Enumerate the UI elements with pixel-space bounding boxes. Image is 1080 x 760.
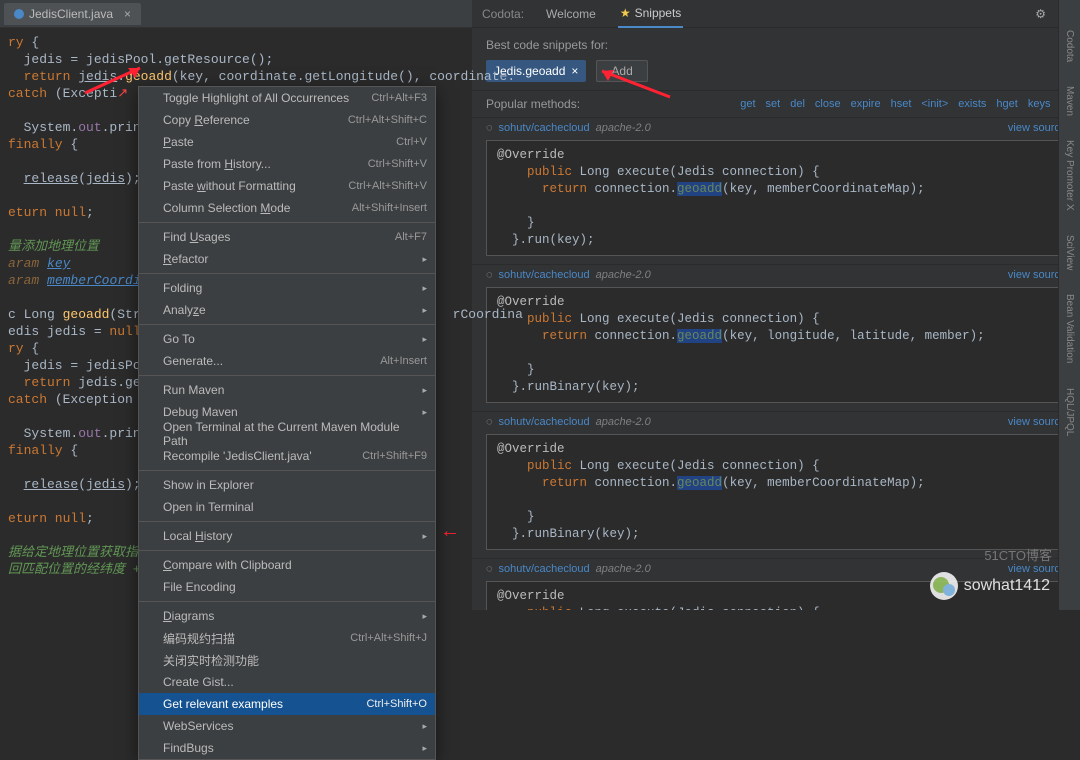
- menu-item-go-to[interactable]: Go To▸: [139, 328, 435, 350]
- snippets-list: ◌sohutv/cachecloudapache-2.0view source@…: [472, 118, 1080, 610]
- example-icon: [143, 697, 157, 711]
- popular-method-hget[interactable]: hget: [996, 98, 1017, 111]
- dock-bean-validation[interactable]: Bean Validation: [1064, 294, 1075, 363]
- codota-tab-bar: Codota: Welcome ★Snippets ⚙ —: [472, 0, 1080, 28]
- menu-item-paste[interactable]: PasteCtrl+V: [139, 131, 435, 153]
- wechat-watermark: sowhat1412: [930, 572, 1050, 600]
- dock-codota[interactable]: Codota: [1064, 30, 1075, 62]
- add-button[interactable]: Add: [596, 60, 647, 82]
- popular-method-get[interactable]: get: [740, 98, 755, 111]
- popular-method-init[interactable]: <init>: [921, 98, 948, 111]
- codota-panel: Codota: Welcome ★Snippets ⚙ — Best code …: [472, 0, 1080, 610]
- gear-icon[interactable]: ⚙: [1035, 7, 1046, 21]
- best-snippets-label: Best code snippets for:: [472, 28, 1080, 56]
- editor-tab-bar: JedisClient.java ×: [0, 0, 472, 28]
- menu-item-recompile-jedisclient-java-[interactable]: Recompile 'JedisClient.java'Ctrl+Shift+F…: [139, 445, 435, 467]
- menu-item-create-gist-[interactable]: Create Gist...: [139, 671, 435, 693]
- chip-remove-icon[interactable]: ×: [571, 64, 578, 78]
- snippet-license: apache-2.0: [596, 563, 651, 575]
- highlight-icon: [143, 91, 157, 105]
- menu-item-analyze[interactable]: Analyze▸: [139, 299, 435, 321]
- dock-hql-jpql[interactable]: HQL/JPQL: [1064, 388, 1075, 436]
- compare-icon: [143, 558, 157, 572]
- java-class-icon: [14, 9, 24, 19]
- maven-debug-icon: [143, 405, 157, 419]
- github-icon: ◌: [486, 122, 493, 134]
- watermark-text: sowhat1412: [964, 577, 1050, 595]
- dock-key-promoter-x[interactable]: Key Promoter X: [1064, 140, 1075, 211]
- menu-item-folding[interactable]: Folding▸: [139, 277, 435, 299]
- menu-item-run-maven[interactable]: Run Maven▸: [139, 379, 435, 401]
- snippet-repo[interactable]: sohutv/cachecloud: [499, 563, 590, 575]
- menu-item-findbugs[interactable]: FindBugs▸: [139, 737, 435, 759]
- github-icon: ◌: [486, 563, 493, 575]
- menu-item-paste-from-history-[interactable]: Paste from History...Ctrl+Shift+V: [139, 153, 435, 175]
- ali-icon: [143, 653, 157, 667]
- snippet-license: apache-2.0: [596, 269, 651, 281]
- snippet-code[interactable]: @Override public Long execute(Jedis conn…: [486, 140, 1066, 256]
- popular-methods-row: Popular methods: getsetdel close expire hse…: [472, 90, 1080, 118]
- snippet-repo[interactable]: sohutv/cachecloud: [499, 416, 590, 428]
- menu-item-refactor[interactable]: Refactor▸: [139, 248, 435, 270]
- dock-maven[interactable]: Maven: [1064, 86, 1075, 116]
- menu-item-file-encoding[interactable]: File Encoding: [139, 576, 435, 598]
- codota-brand: Codota:: [482, 7, 524, 21]
- menu-item-get-relevant-examples[interactable]: Get relevant examplesCtrl+Shift+O: [139, 693, 435, 715]
- watermark-text-2: 51CTO博客: [984, 545, 1052, 564]
- popular-method-close[interactable]: close: [815, 98, 841, 111]
- ali-icon: [143, 631, 157, 645]
- menu-item-open-terminal-at-the-current-m[interactable]: Open Terminal at the Current Maven Modul…: [139, 423, 435, 445]
- menu-item--[interactable]: 编码规约扫描Ctrl+Alt+Shift+J: [139, 627, 435, 649]
- snippet-1: ◌sohutv/cachecloudapache-2.0view source@…: [472, 265, 1080, 412]
- popular-method-expire[interactable]: expire: [851, 98, 881, 111]
- context-menu: Toggle Highlight of All OccurrencesCtrl+…: [138, 86, 436, 760]
- snippet-repo[interactable]: sohutv/cachecloud: [499, 122, 590, 134]
- tab-snippets[interactable]: ★Snippets: [618, 0, 683, 28]
- wechat-icon: [930, 572, 958, 600]
- github-icon: ◌: [486, 269, 493, 281]
- diagram-icon: [143, 609, 157, 623]
- menu-item-paste-without-formatting[interactable]: Paste without FormattingCtrl+Alt+Shift+V: [139, 175, 435, 197]
- snippet-code[interactable]: @Override public Long execute(Jedis conn…: [486, 434, 1066, 550]
- github-icon: [143, 675, 157, 689]
- menu-item-local-history[interactable]: Local History▸: [139, 525, 435, 547]
- terminal-icon: [143, 500, 157, 514]
- maven-icon: [143, 383, 157, 397]
- snippet-2: ◌sohutv/cachecloudapache-2.0view source@…: [472, 412, 1080, 559]
- menu-item-generate-[interactable]: Generate...Alt+Insert: [139, 350, 435, 372]
- snippet-repo[interactable]: sohutv/cachecloud: [499, 269, 590, 281]
- paste-icon: [143, 135, 157, 149]
- menu-item-copy-reference[interactable]: Copy ReferenceCtrl+Alt+Shift+C: [139, 109, 435, 131]
- snippet-code[interactable]: @Override public Long execute(Jedis conn…: [486, 287, 1066, 403]
- right-tool-dock: Codota Maven Key Promoter X SciView Bean Val…: [1058, 0, 1080, 610]
- popular-method-del[interactable]: del: [790, 98, 805, 111]
- dock-sciview[interactable]: SciView: [1064, 235, 1075, 270]
- menu-item--[interactable]: 关闭实时检测功能: [139, 649, 435, 671]
- menu-item-compare-with-clipboard[interactable]: Compare with Clipboard: [139, 554, 435, 576]
- editor-tab-label: JedisClient.java: [29, 7, 113, 21]
- menu-item-show-in-explorer[interactable]: Show in Explorer: [139, 474, 435, 496]
- menu-item-column-selection-mode[interactable]: Column Selection ModeAlt+Shift+Insert: [139, 197, 435, 219]
- popular-method-exists[interactable]: exists: [958, 98, 986, 111]
- menu-item-toggle-highlight-of-all-occurr[interactable]: Toggle Highlight of All OccurrencesCtrl+…: [139, 87, 435, 109]
- github-icon: ◌: [486, 416, 493, 428]
- menu-item-diagrams[interactable]: Diagrams▸: [139, 605, 435, 627]
- snippet-license: apache-2.0: [596, 122, 651, 134]
- editor-pane: JedisClient.java × ry { jedis = jedisPoo…: [0, 0, 472, 610]
- popular-method-set[interactable]: set: [766, 98, 781, 111]
- popular-methods-label: Popular methods:: [486, 97, 580, 111]
- menu-item-find-usages[interactable]: Find UsagesAlt+F7: [139, 226, 435, 248]
- snippet-0: ◌sohutv/cachecloudapache-2.0view source@…: [472, 118, 1080, 265]
- tab-welcome[interactable]: Welcome: [544, 1, 598, 27]
- menu-item-open-in-terminal[interactable]: Open in Terminal: [139, 496, 435, 518]
- snippet-license: apache-2.0: [596, 416, 651, 428]
- editor-tab-jedisclient[interactable]: JedisClient.java ×: [4, 3, 141, 25]
- menu-item-webservices[interactable]: WebServices▸: [139, 715, 435, 737]
- close-icon[interactable]: ×: [124, 7, 131, 21]
- popular-method-hset[interactable]: hset: [891, 98, 912, 111]
- star-icon: ★: [620, 6, 631, 20]
- popular-method-keys[interactable]: keys: [1028, 98, 1051, 111]
